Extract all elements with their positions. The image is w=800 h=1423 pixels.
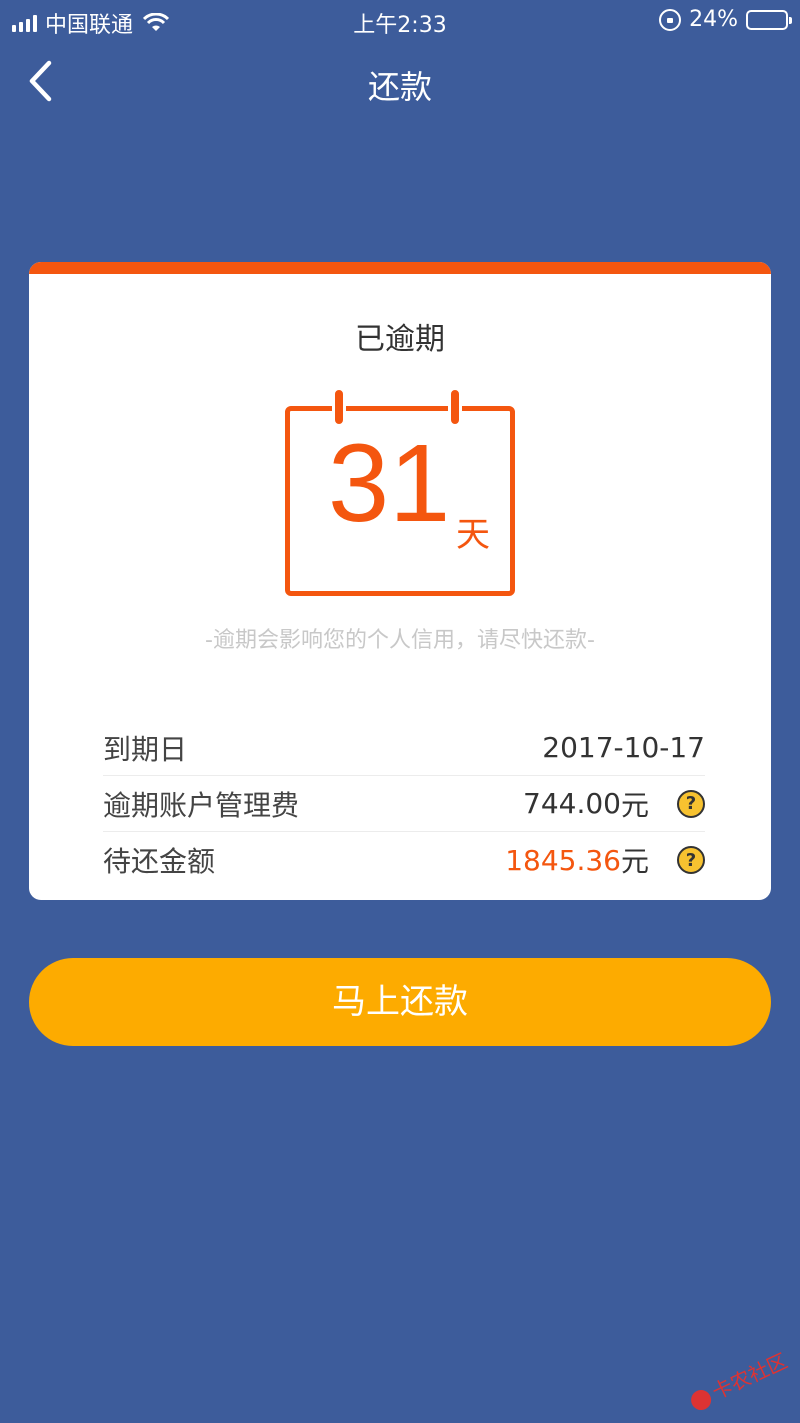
card-accent-bar — [29, 262, 771, 274]
calendar-ring — [332, 387, 346, 427]
help-icon[interactable]: ? — [677, 846, 705, 874]
battery-percent: 24% — [689, 7, 738, 32]
amount-due-row: 待还金额 1845.36 元 ? — [103, 832, 705, 888]
management-fee-value: 744.00 元 ? — [523, 784, 705, 824]
navigation-bar: 还款 — [0, 40, 800, 124]
management-fee-unit: 元 — [620, 788, 649, 822]
help-icon[interactable]: ? — [677, 789, 705, 818]
overdue-days-count: 31 — [328, 422, 451, 545]
status-bar: 中国联通 上午2:33 24% — [0, 0, 800, 40]
status-bar-right: 24% — [659, 7, 792, 32]
overdue-card: 已逾期 31 天 -逾期会影响您的个人信用，请尽快还款- 到期日 2017-10… — [29, 262, 771, 900]
repayment-details: 到期日 2017-10-17 逾期账户管理费 744.00 元 ? 待还金额 1… — [103, 720, 705, 888]
pay-now-button[interactable]: 马上还款 — [29, 958, 771, 1046]
management-fee-label: 逾期账户管理费 — [103, 788, 300, 822]
management-fee-amount: 744.00 — [523, 787, 621, 820]
rotation-lock-icon — [659, 8, 682, 31]
credit-warning-text: -逾期会影响您的个人信用，请尽快还款- — [205, 628, 595, 653]
due-date-row: 到期日 2017-10-17 — [103, 720, 705, 776]
page-title: 还款 — [367, 68, 432, 106]
watermark-logo: 卡农社区 — [691, 1349, 791, 1411]
amount-due-amount: 1845.36 — [505, 843, 621, 877]
amount-due-value: 1845.36 元 ? — [505, 840, 705, 880]
overdue-status-label: 已逾期 — [355, 322, 445, 357]
calendar-ring — [448, 387, 462, 427]
overdue-days-unit: 天 — [456, 515, 490, 555]
calendar-icon: 31 天 — [285, 387, 515, 596]
due-date-text: 2017-10-17 — [542, 731, 705, 764]
watermark-text: 卡农社区 — [708, 1349, 791, 1405]
due-date-value: 2017-10-17 — [542, 731, 705, 764]
amount-due-unit: 元 — [620, 845, 649, 878]
battery-icon — [746, 9, 792, 30]
due-date-label: 到期日 — [103, 732, 188, 766]
management-fee-row: 逾期账户管理费 744.00 元 ? — [103, 776, 705, 832]
amount-due-label: 待还金额 — [103, 845, 216, 878]
